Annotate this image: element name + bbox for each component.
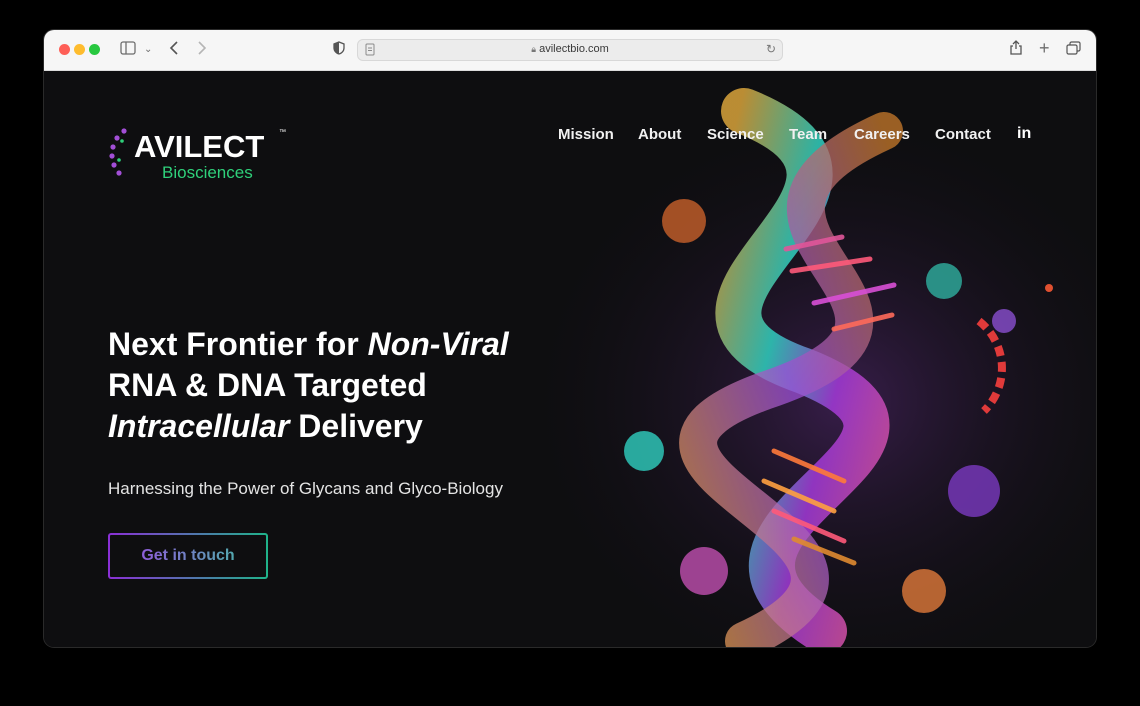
url-text: 🔒︎ avilectbio.com xyxy=(358,43,782,55)
web-page: AVILECT ™ Biosciences Mission About Scie… xyxy=(44,71,1096,647)
nav-item-about[interactable]: About xyxy=(638,126,681,143)
nav-item-mission[interactable]: Mission xyxy=(558,126,614,143)
tab-overview-icon[interactable] xyxy=(1066,40,1081,60)
maximize-window-button[interactable] xyxy=(89,44,100,55)
reload-icon[interactable]: ↻ xyxy=(766,42,776,56)
nav-item-science[interactable]: Science xyxy=(707,126,764,143)
share-icon[interactable] xyxy=(1010,40,1022,60)
new-tab-icon[interactable]: + xyxy=(1039,38,1050,58)
hero-line3-emphasis: Intracellular xyxy=(108,408,290,444)
nav-item-careers[interactable]: Careers xyxy=(854,126,910,143)
hero-heading: Next Frontier for Non-Viral RNA & DNA Ta… xyxy=(108,324,568,447)
hero-line2: RNA & DNA Targeted xyxy=(108,367,427,403)
logo-subtitle: Biosciences xyxy=(162,163,253,182)
linkedin-icon[interactable]: in xyxy=(1017,125,1031,143)
hero-line1-prefix: Next Frontier for xyxy=(108,326,368,362)
cta-label: Get in touch xyxy=(110,547,266,565)
sidebar-toggle-icon[interactable] xyxy=(120,40,136,60)
hero-line1-emphasis: Non-Viral xyxy=(367,326,509,362)
browser-toolbar: ⌄ 🔒︎ avilectbio.com ↻ + xyxy=(44,30,1096,71)
nav-item-team[interactable]: Team xyxy=(789,126,827,143)
hero-subheading: Harnessing the Power of Glycans and Glyc… xyxy=(108,479,503,498)
nav-item-contact[interactable]: Contact xyxy=(935,126,991,143)
lock-icon: 🔒︎ xyxy=(531,44,537,54)
privacy-shield-icon[interactable] xyxy=(333,40,345,60)
close-window-button[interactable] xyxy=(59,44,70,55)
url-label: avilectbio.com xyxy=(539,43,609,55)
hero-line3-suffix: Delivery xyxy=(289,408,423,444)
minimize-window-button[interactable] xyxy=(74,44,85,55)
get-in-touch-button[interactable]: Get in touch xyxy=(108,533,268,579)
browser-window: ⌄ 🔒︎ avilectbio.com ↻ + AVILECT ™ Biosci… xyxy=(44,30,1096,647)
address-bar[interactable]: 🔒︎ avilectbio.com ↻ xyxy=(357,39,783,61)
back-icon[interactable] xyxy=(169,40,179,60)
forward-icon[interactable] xyxy=(197,40,207,60)
chevron-down-icon[interactable]: ⌄ xyxy=(144,40,152,60)
main-nav: Mission About Science Team Careers Conta… xyxy=(44,126,1096,150)
